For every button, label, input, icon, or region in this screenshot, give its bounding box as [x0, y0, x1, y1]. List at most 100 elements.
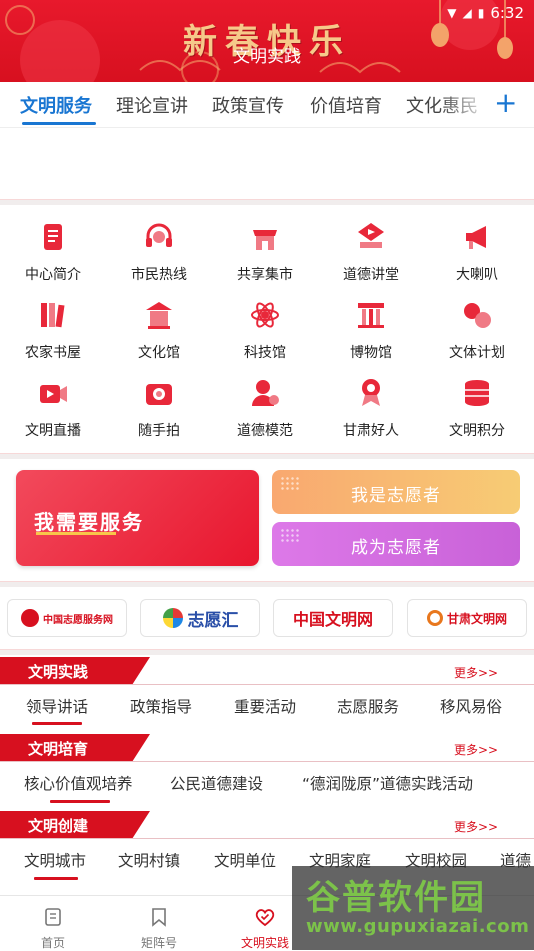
- grid-item[interactable]: 农家书屋: [0, 298, 106, 362]
- nav-label: 首页: [40, 936, 65, 950]
- section-divider: [0, 649, 534, 655]
- subtab-civil-village[interactable]: 文明村镇: [118, 849, 180, 871]
- grid-item-label: 文明直播: [25, 423, 81, 439]
- become-volunteer-label: 成为志愿者: [351, 538, 441, 558]
- grid-item[interactable]: 甘肃好人: [318, 376, 424, 440]
- video-camera-icon: [40, 385, 67, 403]
- subtab-civic-morality[interactable]: 公民道德建设: [170, 772, 263, 794]
- category-tabs: 文明服务 理论宣讲 政策宣传 价值培育 文化惠民 +: [0, 82, 534, 128]
- subtab-leader-speech[interactable]: 领导讲话: [26, 695, 88, 717]
- subtab-customs[interactable]: 移风易俗: [440, 695, 502, 717]
- grid-item-label: 文化馆: [138, 345, 180, 361]
- grid-item-label: 博物馆: [350, 345, 392, 361]
- app-header: 新春快乐 文明实践 ▼ ◢ ▮ 6:32: [0, 0, 534, 82]
- subtab-civil-city[interactable]: 文明城市: [24, 849, 86, 871]
- subtab-key-events[interactable]: 重要活动: [234, 695, 296, 717]
- market-stall-icon: [253, 230, 277, 250]
- partner-name: 甘肃文明网: [446, 611, 507, 626]
- heart-check-icon: [255, 909, 275, 927]
- grid-item[interactable]: 道德讲堂: [318, 220, 424, 284]
- active-subtab-indicator: [32, 722, 82, 725]
- grid-item[interactable]: 随手拍: [106, 376, 212, 440]
- partner-name: 中国文明网: [292, 610, 373, 629]
- tab-theory[interactable]: 理论宣讲: [116, 92, 188, 118]
- nav-home[interactable]: 首页: [0, 896, 106, 951]
- home-doc-icon: [45, 908, 61, 926]
- grid-item[interactable]: 文明直播: [0, 376, 106, 440]
- grid-item[interactable]: 博物馆: [318, 298, 424, 362]
- page-title: 文明实践: [233, 47, 301, 67]
- section-divider: [0, 199, 534, 205]
- grid-item-label: 随手拍: [138, 423, 180, 439]
- grid-item[interactable]: 道德模范: [212, 376, 318, 440]
- subtab-volunteer[interactable]: 志愿服务: [337, 695, 399, 717]
- play-book-icon: [358, 223, 384, 248]
- section-title: 文明实践: [28, 663, 89, 681]
- grid-item[interactable]: 科技馆: [212, 298, 318, 362]
- section-divider: [0, 453, 534, 459]
- coins-icon: [465, 380, 489, 406]
- wifi-icon: ▼: [447, 6, 457, 20]
- grid-item[interactable]: 中心简介: [0, 220, 106, 284]
- grid-item-label: 中心简介: [25, 267, 81, 283]
- grid-item[interactable]: 大喇叭: [424, 220, 530, 284]
- person-plus-icon: [252, 380, 279, 406]
- grid-item[interactable]: 文明积分: [424, 376, 530, 440]
- more-link[interactable]: 更多>>: [454, 818, 498, 835]
- section-header-practice: 文明实践 更多>>: [0, 657, 534, 685]
- need-service-label: 我需要服务: [34, 510, 144, 534]
- grid-item-label: 道德模范: [237, 423, 293, 439]
- subtab-core-values[interactable]: 核心价值观培养: [24, 772, 133, 794]
- gansu-wenming-logo-icon: [426, 610, 443, 626]
- tab-values[interactable]: 价值培育: [310, 92, 382, 118]
- grid-item-label: 文体计划: [449, 345, 505, 361]
- active-subtab-indicator: [50, 800, 110, 803]
- bookmark-icon: [152, 908, 166, 927]
- grid-item-label: 共享集市: [237, 267, 293, 283]
- need-service-button[interactable]: 我需要服务: [16, 470, 259, 566]
- zhiyuanhui-link[interactable]: 志愿汇: [140, 599, 260, 637]
- grid-item[interactable]: 文体计划: [424, 298, 530, 362]
- medal-person-icon: [362, 379, 380, 406]
- bookshelf-icon: [41, 303, 65, 328]
- grid-item[interactable]: 共享集市: [212, 220, 318, 284]
- status-bar: ▼ ◢ ▮ 6:32: [447, 4, 524, 22]
- subtab-civil-unit[interactable]: 文明单位: [214, 849, 276, 871]
- i-am-volunteer-button[interactable]: 我是志愿者: [272, 470, 520, 514]
- active-subtab-indicator: [34, 877, 78, 880]
- grid-item[interactable]: 市民热线: [106, 220, 212, 284]
- cultural-hall-icon: [146, 302, 172, 329]
- partner-name: 中国志愿服务网: [43, 614, 113, 626]
- active-tab-indicator: [22, 122, 96, 125]
- megaphone-icon: [466, 226, 486, 249]
- add-tab-button[interactable]: +: [494, 86, 517, 119]
- subtab-policy-guide[interactable]: 政策指导: [130, 695, 192, 717]
- watermark-url: www.gupuxiazai.com: [306, 916, 530, 937]
- status-time: 6:32: [490, 4, 524, 22]
- i-am-volunteer-label: 我是志愿者: [351, 486, 441, 506]
- section-header-cultivation: 文明培育 更多>>: [0, 734, 534, 762]
- grid-item-label: 道德讲堂: [343, 267, 399, 283]
- tab-civil-service[interactable]: 文明服务: [20, 92, 92, 118]
- subtab-derun-longyuan[interactable]: “德润陇原”道德实践活动: [302, 772, 473, 794]
- section-title: 文明培育: [28, 740, 89, 758]
- become-volunteer-button[interactable]: 成为志愿者: [272, 522, 520, 566]
- document-icon: [44, 224, 62, 250]
- tab-policy[interactable]: 政策宣传: [212, 92, 284, 118]
- partner-name: 志愿汇: [187, 610, 239, 631]
- battery-icon: ▮: [477, 6, 485, 20]
- more-link[interactable]: 更多>>: [454, 664, 498, 681]
- section-line: [0, 684, 534, 685]
- museum-icon: [358, 303, 384, 328]
- grid-item-label: 市民热线: [131, 267, 187, 283]
- more-link[interactable]: 更多>>: [454, 741, 498, 758]
- china-volunteer-link[interactable]: 中国志愿服务网: [7, 599, 127, 637]
- section-line: [0, 838, 534, 839]
- atom-icon: [251, 302, 279, 328]
- wenming-link[interactable]: 中国文明网: [273, 599, 393, 637]
- nav-matrix[interactable]: 矩阵号: [106, 896, 212, 951]
- need-service-underline: [36, 532, 116, 535]
- grid-item[interactable]: 文化馆: [106, 298, 212, 362]
- gansu-wenming-link[interactable]: 甘肃文明网: [407, 599, 527, 637]
- watermark: 谷普软件园 www.gupuxiazai.com: [292, 866, 534, 950]
